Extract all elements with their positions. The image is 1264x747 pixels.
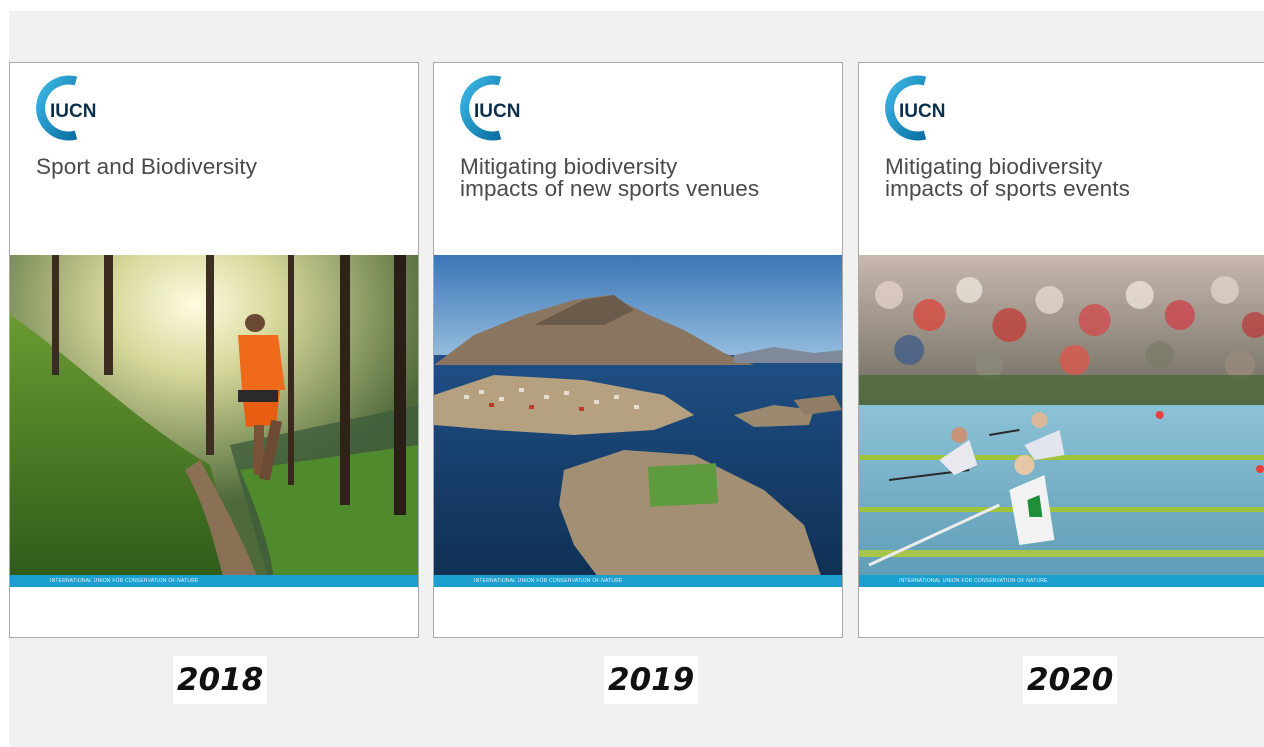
- footer-strip: INTERNATIONAL UNION FOR CONSERVATION OF …: [10, 575, 418, 587]
- cover-title: Sport and Biodiversity: [36, 154, 258, 179]
- cover-title: Mitigating biodiversity impacts of new s…: [460, 154, 760, 201]
- publication-cover-2020[interactable]: IUCN Mitigating biodiversity impacts of …: [858, 62, 1264, 638]
- iucn-logo: IUCN: [885, 75, 945, 141]
- footer-strip: INTERNATIONAL UNION FOR CONSERVATION OF …: [434, 575, 842, 587]
- logo-text: IUCN: [50, 101, 96, 122]
- logo-text: IUCN: [474, 101, 520, 122]
- logo-text: IUCN: [899, 101, 945, 122]
- iucn-logo: IUCN: [36, 75, 96, 141]
- cover-photo-island-stadium: [434, 255, 842, 585]
- cover-title: Mitigating biodiversity impacts of sport…: [885, 154, 1130, 201]
- year-label-2018: 2018: [173, 656, 268, 704]
- cover-photo-trail-runner: [10, 255, 418, 585]
- footer-strip: INTERNATIONAL UNION FOR CONSERVATION OF …: [859, 575, 1264, 587]
- footer-text: INTERNATIONAL UNION FOR CONSERVATION OF …: [899, 578, 1048, 584]
- cover-photo-rowing: [859, 255, 1264, 585]
- year-label-2020: 2020: [1023, 656, 1118, 704]
- year-label-2019: 2019: [604, 656, 699, 704]
- iucn-logo: IUCN: [460, 75, 520, 141]
- publication-cover-2018[interactable]: IUCN Sport and Biodiversity INTERNATIONA…: [9, 62, 419, 638]
- footer-text: INTERNATIONAL UNION FOR CONSERVATION OF …: [50, 578, 199, 584]
- footer-text: INTERNATIONAL UNION FOR CONSERVATION OF …: [474, 578, 623, 584]
- publication-cover-2019[interactable]: IUCN Mitigating biodiversity impacts of …: [433, 62, 843, 638]
